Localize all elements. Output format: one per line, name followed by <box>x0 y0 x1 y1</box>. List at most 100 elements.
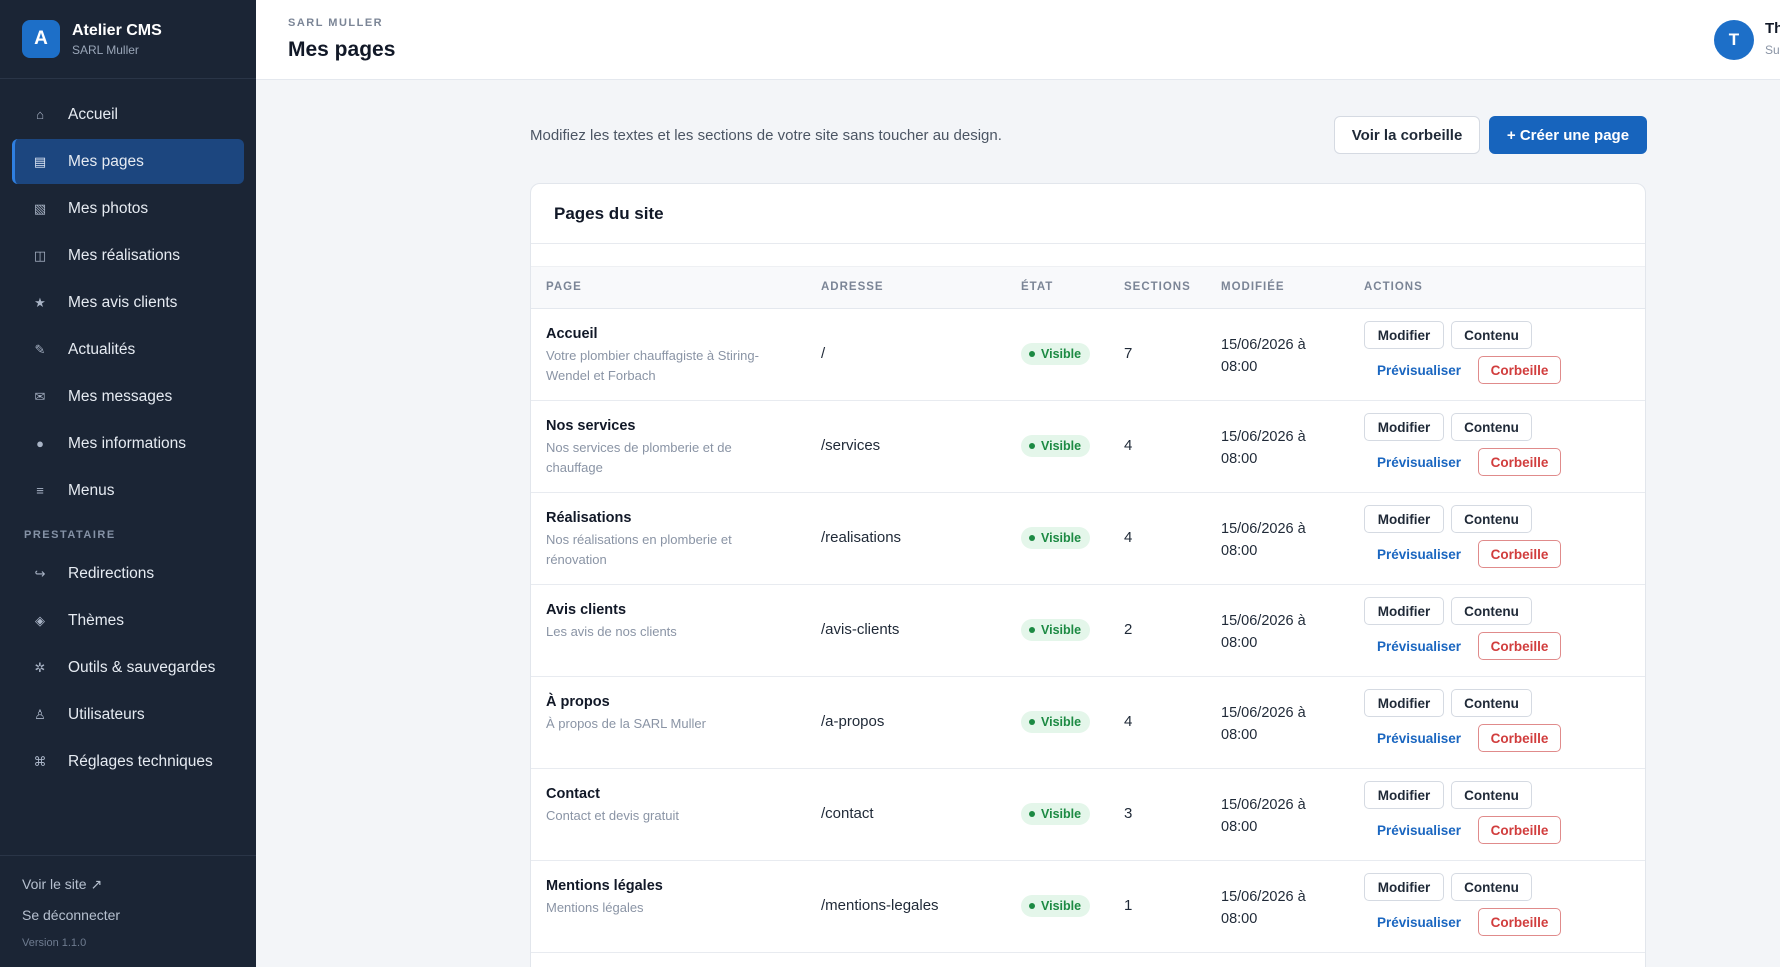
create-page-button[interactable]: + Créer une page <box>1489 116 1647 154</box>
trash-button[interactable]: Corbeille <box>1478 908 1561 936</box>
edit-button[interactable]: Modifier <box>1364 505 1444 533</box>
sidebar-item-label: Actualités <box>68 340 136 358</box>
sidebar-item-accueil[interactable]: ⌂ Accueil <box>12 92 244 137</box>
preview-link[interactable]: Prévisualiser <box>1377 915 1461 930</box>
user-name: Th <box>1765 20 1780 37</box>
trash-button[interactable]: Corbeille <box>1478 816 1561 844</box>
content-button[interactable]: Contenu <box>1451 781 1532 809</box>
sidebar-item-mes-informations[interactable]: ● Mes informations <box>12 421 244 466</box>
content-button[interactable]: Contenu <box>1451 321 1532 349</box>
status-dot-icon <box>1029 719 1035 725</box>
page-address: /realisations <box>821 529 902 546</box>
view-site-link[interactable]: Voir le site ↗ <box>22 876 256 893</box>
preview-link[interactable]: Prévisualiser <box>1377 455 1461 470</box>
modified-date: 15/06/2026 à 08:00 <box>1221 521 1306 559</box>
sections-count: 1 <box>1124 897 1133 914</box>
sidebar-item-menus[interactable]: ≡ Menus <box>12 468 244 513</box>
sidebar-item-label: Menus <box>68 481 115 499</box>
content-button[interactable]: Contenu <box>1451 689 1532 717</box>
preview-link[interactable]: Prévisualiser <box>1377 363 1461 378</box>
content-button[interactable]: Contenu <box>1451 873 1532 901</box>
brand-logo: A <box>22 20 60 58</box>
sidebar: A Atelier CMS SARL Muller ⌂ Accueil ▤ Mes … <box>0 0 256 967</box>
sidebar-item-mes-realisations[interactable]: ◫ Mes réalisations <box>12 233 244 278</box>
sidebar-item-label: Redirections <box>68 564 155 582</box>
sidebar-item-mes-avis-clients[interactable]: ★ Mes avis clients <box>12 280 244 325</box>
brand-subtitle: SARL Muller <box>72 42 139 57</box>
table-row: À propos À propos de la SARL Muller /a-p… <box>531 677 1645 769</box>
sidebar-item-label: Réglages techniques <box>68 752 213 770</box>
page-title-cell[interactable]: Accueil <box>546 326 776 342</box>
preview-link[interactable]: Prévisualiser <box>1377 547 1461 562</box>
redirect-icon: ↪ <box>34 565 46 581</box>
trash-button[interactable]: Corbeille <box>1478 724 1561 752</box>
status-badge: Visible <box>1021 343 1091 365</box>
table-header: PAGE ADRESSE ÉTAT SECTIONS MODIFIÉE ACTI… <box>531 266 1645 309</box>
modified-date: 15/06/2026 à 08:00 <box>1221 705 1306 743</box>
preview-link[interactable]: Prévisualiser <box>1377 639 1461 654</box>
page-title-cell[interactable]: À propos <box>546 694 776 710</box>
preview-link[interactable]: Prévisualiser <box>1377 731 1461 746</box>
status-dot-icon <box>1029 811 1035 817</box>
column-header-address: ADRESSE <box>821 281 884 293</box>
column-header-actions: ACTIONS <box>1364 281 1423 293</box>
edit-button[interactable]: Modifier <box>1364 321 1444 349</box>
mail-icon: ✉ <box>34 388 46 404</box>
sidebar-item-label: Accueil <box>68 105 118 123</box>
column-header-sections: SECTIONS <box>1124 281 1191 293</box>
page-title-cell[interactable]: Avis clients <box>546 602 776 618</box>
status-badge: Visible <box>1021 803 1091 825</box>
page-title-cell[interactable]: Réalisations <box>546 510 776 526</box>
view-trash-button[interactable]: Voir la corbeille <box>1334 116 1480 154</box>
sidebar-item-outils[interactable]: ✲ Outils & sauvegardes <box>12 645 244 690</box>
page-title-cell[interactable]: Contact <box>546 786 776 802</box>
main-nav: ⌂ Accueil ▤ Mes pages ▧ Mes photos ◫ Mes réa… <box>0 79 256 784</box>
sidebar-item-utilisateurs[interactable]: ♙ Utilisateurs <box>12 692 244 737</box>
sections-count: 4 <box>1124 437 1133 454</box>
page-description: Nos réalisations en plomberie et rénovat… <box>546 532 732 567</box>
column-header-page: PAGE <box>546 281 582 293</box>
status-label: Visible <box>1041 623 1082 637</box>
modified-date: 15/06/2026 à 08:00 <box>1221 889 1306 927</box>
table-row: Accueil Votre plombier chauffagiste à St… <box>531 309 1645 401</box>
table-row: Contact Contact et devis gratuit /contac… <box>531 769 1645 861</box>
trash-button[interactable]: Corbeille <box>1478 632 1561 660</box>
content-button[interactable]: Contenu <box>1451 597 1532 625</box>
edit-button[interactable]: Modifier <box>1364 689 1444 717</box>
page-description: Nos services de plomberie et de chauffag… <box>546 440 732 475</box>
edit-button[interactable]: Modifier <box>1364 873 1444 901</box>
trash-button[interactable]: Corbeille <box>1478 356 1561 384</box>
status-label: Visible <box>1041 531 1082 545</box>
edit-button[interactable]: Modifier <box>1364 597 1444 625</box>
trash-button[interactable]: Corbeille <box>1478 448 1561 476</box>
menu-icon: ≡ <box>36 483 44 498</box>
brand-name: Atelier CMS <box>72 21 162 39</box>
sidebar-item-reglages[interactable]: ⌘ Réglages techniques <box>12 739 244 784</box>
edit-button[interactable]: Modifier <box>1364 781 1444 809</box>
sidebar-item-label: Mes messages <box>68 387 173 405</box>
edit-button[interactable]: Modifier <box>1364 413 1444 441</box>
sidebar-item-mes-photos[interactable]: ▧ Mes photos <box>12 186 244 231</box>
status-label: Visible <box>1041 899 1082 913</box>
company-label: SARL MULLER <box>288 17 384 29</box>
preview-link[interactable]: Prévisualiser <box>1377 823 1461 838</box>
modified-date: 15/06/2026 à 08:00 <box>1221 797 1306 835</box>
table-row: Nos services Nos services de plomberie e… <box>531 401 1645 493</box>
sidebar-item-themes[interactable]: ◈ Thèmes <box>12 598 244 643</box>
sidebar-item-redirections[interactable]: ↪ Redirections <box>12 551 244 596</box>
sidebar-item-actualites[interactable]: ✎ Actualités <box>12 327 244 372</box>
page-address: /contact <box>821 805 874 822</box>
page-description: Contact et devis gratuit <box>546 808 679 823</box>
avatar[interactable]: T <box>1714 20 1754 60</box>
trash-button[interactable]: Corbeille <box>1478 540 1561 568</box>
command-icon: ⌘ <box>33 753 47 769</box>
content-button[interactable]: Contenu <box>1451 413 1532 441</box>
sidebar-item-mes-messages[interactable]: ✉ Mes messages <box>12 374 244 419</box>
logout-link[interactable]: Se déconnecter <box>22 907 256 923</box>
status-dot-icon <box>1029 627 1035 633</box>
sidebar-item-mes-pages[interactable]: ▤ Mes pages <box>12 139 244 184</box>
content-button[interactable]: Contenu <box>1451 505 1532 533</box>
page-title-cell[interactable]: Nos services <box>546 418 776 434</box>
status-label: Visible <box>1041 807 1082 821</box>
page-title-cell[interactable]: Mentions légales <box>546 878 776 894</box>
